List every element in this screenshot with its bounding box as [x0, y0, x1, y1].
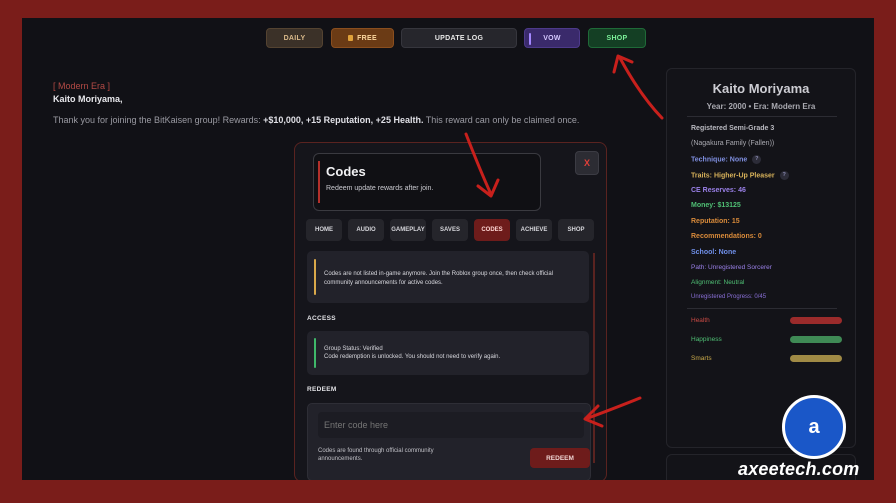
arrow-to-shop: [618, 56, 664, 120]
logo-mark: a: [808, 415, 820, 438]
axeetech-logo-icon: a: [782, 395, 846, 459]
arrow-to-codes-tab: [464, 132, 492, 194]
watermark-site: axeetech.com: [738, 459, 860, 479]
annotation-arrows: [464, 54, 664, 428]
